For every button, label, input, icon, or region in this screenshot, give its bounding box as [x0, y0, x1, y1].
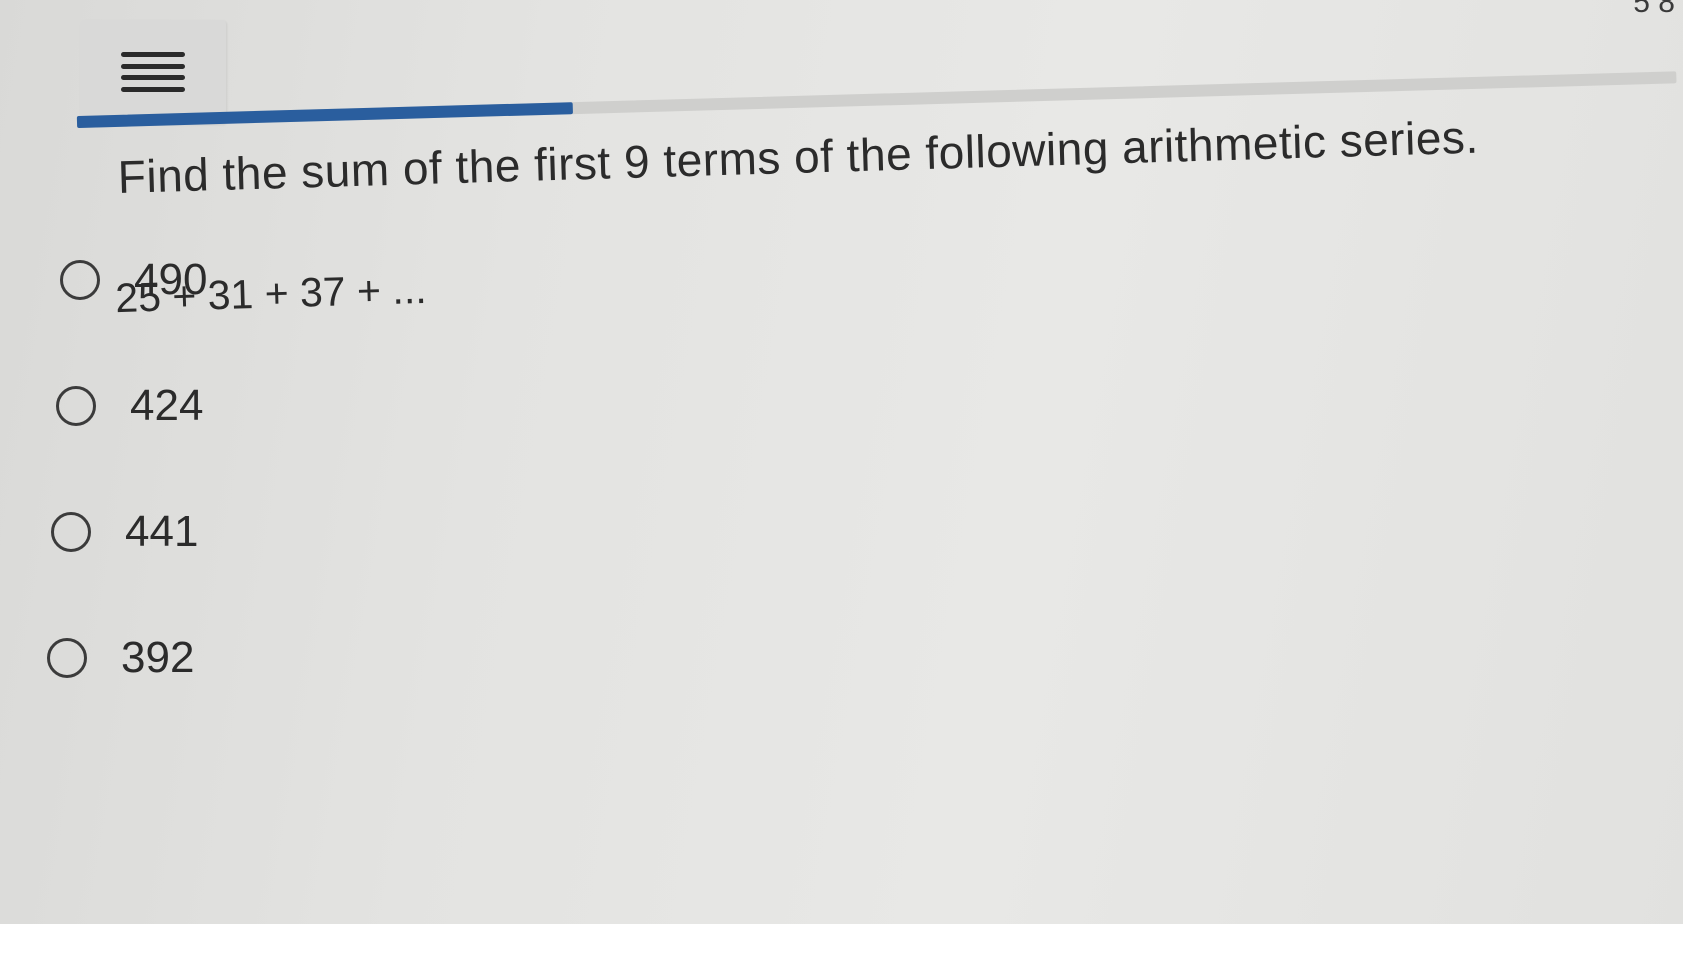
- answer-option[interactable]: 490: [60, 250, 207, 310]
- answer-option-label: 424: [130, 381, 204, 430]
- radio-button[interactable]: [47, 638, 87, 678]
- hamburger-menu-icon: [121, 52, 185, 92]
- radio-button[interactable]: [60, 260, 100, 300]
- answer-option[interactable]: 392: [47, 628, 207, 688]
- menu-button[interactable]: [80, 20, 226, 124]
- answer-option-label: 392: [121, 633, 195, 682]
- answer-option[interactable]: 441: [51, 502, 207, 562]
- answer-option-label: 441: [125, 507, 199, 556]
- answer-option[interactable]: 424: [56, 376, 207, 436]
- screen-bottom-edge: [0, 924, 1683, 976]
- corner-text: 5 8: [1633, 0, 1675, 19]
- answer-options: 490 424 441 392: [47, 250, 207, 754]
- answer-option-label: 490: [134, 255, 208, 304]
- radio-button[interactable]: [51, 512, 91, 552]
- radio-button[interactable]: [56, 386, 96, 426]
